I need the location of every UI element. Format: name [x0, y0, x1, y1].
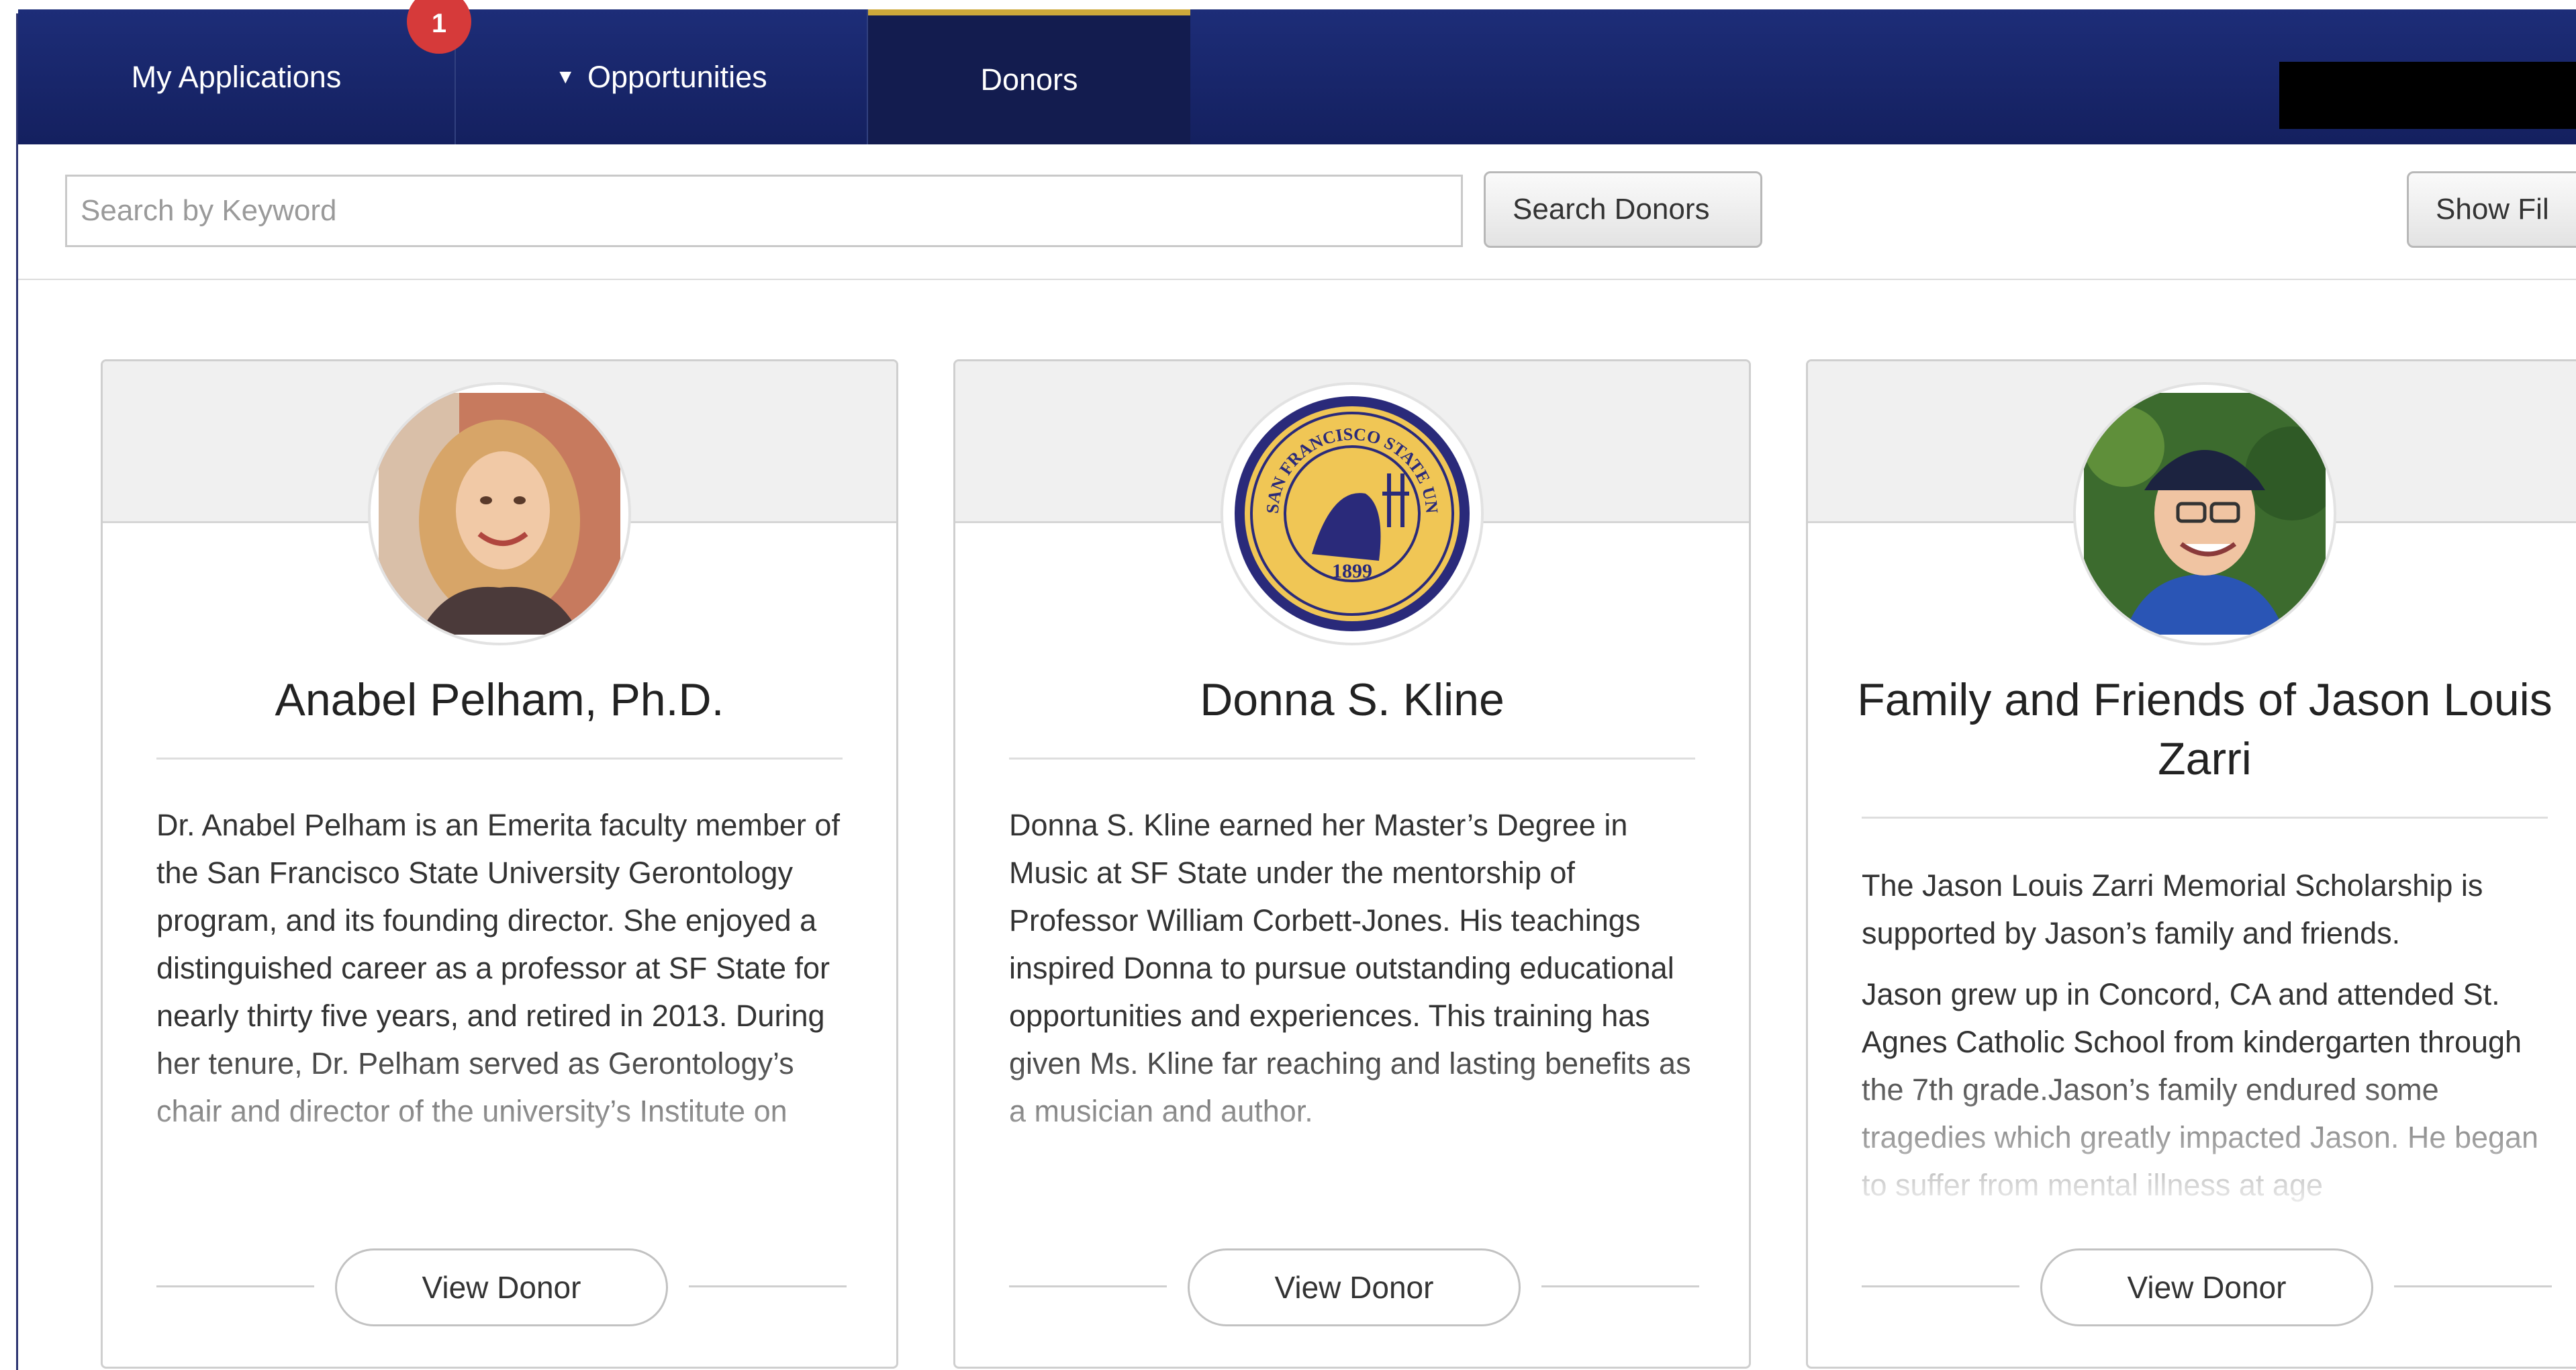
avatar: SAN FRANCISCO STATE UNIVERSITY 1899	[1221, 382, 1484, 645]
divider	[156, 758, 843, 760]
avatar	[368, 382, 631, 645]
show-filters-button[interactable]: Show Fil	[2407, 171, 2576, 248]
redacted-user-area	[2279, 62, 2576, 129]
divider	[1541, 1285, 1699, 1287]
text-fade	[955, 1043, 1749, 1204]
divider	[1009, 758, 1695, 760]
view-donor-button[interactable]: View Donor	[1188, 1248, 1521, 1326]
divider	[1862, 1285, 2019, 1287]
text-fade	[1808, 1056, 2576, 1218]
view-donor-button[interactable]: View Donor	[335, 1248, 668, 1326]
tab-label: Donors	[980, 62, 1078, 97]
divider	[1862, 817, 2548, 819]
person-photo-icon	[379, 393, 620, 635]
divider	[2394, 1285, 2552, 1287]
tab-donors[interactable]: Donors	[868, 9, 1190, 144]
donor-name: Family and Friends of Jason Louis Zarri	[1857, 674, 2553, 784]
donor-name: Anabel Pelham, Ph.D.	[275, 674, 724, 725]
university-seal-icon: SAN FRANCISCO STATE UNIVERSITY 1899	[1231, 393, 1470, 631]
tab-label: My Applications	[131, 59, 342, 94]
description-paragraph: The Jason Louis Zarri Memorial Scholarsh…	[1862, 868, 2483, 950]
triangle-down-icon: ▼	[555, 65, 576, 88]
person-photo-icon	[2084, 393, 2326, 635]
donor-card: Family and Friends of Jason Louis Zarri …	[1806, 359, 2576, 1369]
seal-year: 1899	[1332, 560, 1372, 582]
avatar	[2073, 382, 2336, 645]
tab-my-applications[interactable]: My Applications	[18, 9, 456, 144]
divider	[1009, 1285, 1167, 1287]
search-input[interactable]	[65, 175, 1463, 247]
divider	[156, 1285, 314, 1287]
tab-opportunities[interactable]: ▼ Opportunities	[456, 9, 868, 144]
divider	[689, 1285, 847, 1287]
donor-name: Donna S. Kline	[1200, 674, 1505, 725]
view-donor-button[interactable]: View Donor	[2040, 1248, 2373, 1326]
app-window: My Applications 1 ▼ Opportunities Donors…	[0, 0, 2576, 1370]
text-fade	[103, 1043, 896, 1204]
donor-card: SAN FRANCISCO STATE UNIVERSITY 1899 Donn…	[953, 359, 1751, 1369]
top-nav: My Applications 1 ▼ Opportunities Donors	[18, 0, 2576, 144]
search-donors-button[interactable]: Search Donors	[1484, 171, 1762, 248]
search-bar: Search Donors Show Fil	[18, 144, 2576, 280]
donor-card: Anabel Pelham, Ph.D. Dr. Anabel Pelham i…	[101, 359, 898, 1369]
tab-label: Opportunities	[587, 59, 767, 94]
